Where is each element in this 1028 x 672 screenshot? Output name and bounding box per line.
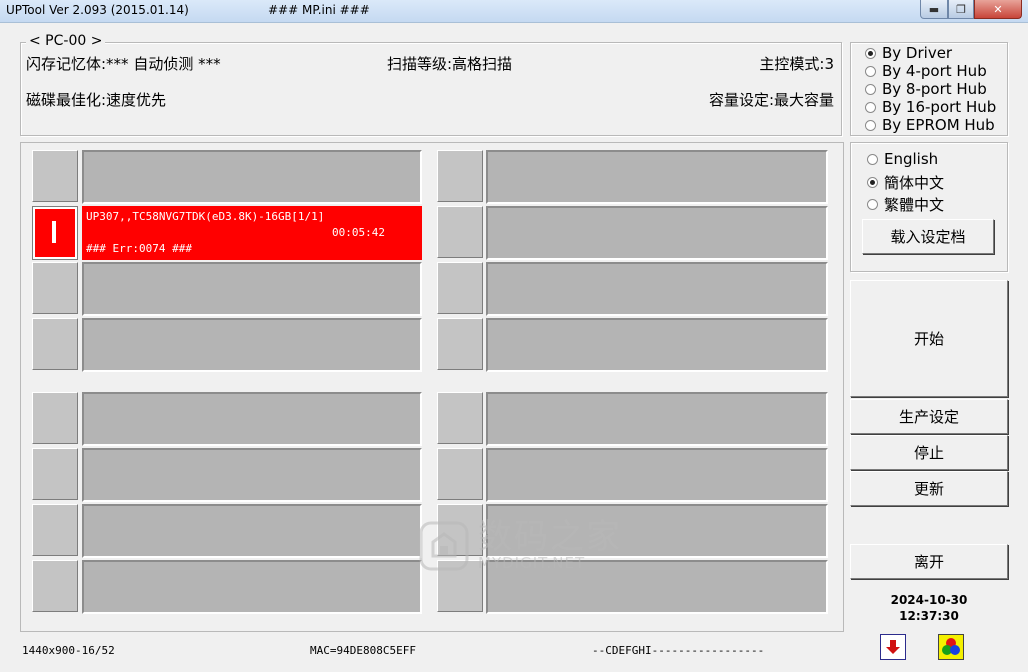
radio-by-16-port-hub[interactable]: By 16-port Hub	[865, 98, 996, 116]
radio-english[interactable]: English	[867, 150, 938, 168]
watermark-logo-icon	[419, 521, 469, 571]
drives-status: --CDEFGHI-----------------	[592, 644, 765, 657]
port-status-box	[32, 560, 78, 612]
port-status-box-active	[32, 206, 78, 260]
port-slot[interactable]	[82, 504, 422, 558]
watermark: 数码之家 MYDIGIT.NET	[418, 520, 622, 572]
flash-memory-label: 闪存记忆体:*** 自动侦测 ***	[26, 55, 221, 73]
radio-label: By 4-port Hub	[882, 62, 987, 80]
watermark-cn: 数码之家	[478, 517, 622, 557]
pc-legend: < PC-00 >	[26, 33, 106, 49]
minimize-button[interactable]: ▬	[920, 0, 948, 19]
port-slot[interactable]	[486, 150, 828, 204]
controller-mode-label: 主控模式:3	[759, 55, 834, 73]
radio-label: By Driver	[882, 44, 953, 62]
title-bar: UPTool Ver 2.093 (2015.01.14) ### MP.ini…	[0, 0, 1028, 23]
radio-label: By EPROM Hub	[882, 116, 995, 134]
port-status-box	[437, 262, 483, 314]
port-status-box	[32, 448, 78, 500]
production-settings-button[interactable]: 生产设定	[850, 399, 1008, 434]
date-label: 2024-10-30	[890, 593, 968, 607]
port-status-box	[437, 448, 483, 500]
radio-dot[interactable]	[865, 47, 876, 59]
color-circles-glyph	[942, 638, 960, 655]
load-settings-button[interactable]: 载入设定档	[862, 219, 994, 254]
port-active-indicator	[52, 221, 56, 243]
resolution-status: 1440x900-16/52	[22, 644, 115, 657]
start-button[interactable]: 开始	[850, 280, 1008, 397]
radio-dot[interactable]	[867, 199, 878, 210]
port-status-box	[437, 318, 483, 370]
port-status-box	[437, 392, 483, 444]
radio-simplified-chinese[interactable]: 簡体中文	[867, 172, 944, 193]
window-controls: ▬ ❐ ✕	[920, 0, 1022, 19]
radio-by-eprom-hub[interactable]: By EPROM Hub	[865, 116, 995, 134]
radio-dot[interactable]	[865, 83, 876, 95]
radio-by-8-port-hub[interactable]: By 8-port Hub	[865, 80, 987, 98]
port-slot[interactable]	[486, 262, 828, 316]
down-arrow-icon[interactable]	[880, 634, 906, 660]
maximize-button[interactable]: ❐	[948, 0, 974, 19]
radio-dot[interactable]	[865, 101, 876, 113]
close-button[interactable]: ✕	[974, 0, 1022, 19]
window-title: UPTool Ver 2.093 (2015.01.14)	[6, 3, 189, 17]
port-status-box	[32, 262, 78, 314]
port-slot[interactable]	[82, 448, 422, 502]
radio-dot[interactable]	[865, 119, 876, 131]
mac-status: MAC=94DE808C5EFF	[310, 644, 416, 657]
port-status-box	[437, 150, 483, 202]
port-slot[interactable]	[82, 150, 422, 204]
radio-dot[interactable]	[865, 65, 876, 77]
radio-label: By 16-port Hub	[882, 98, 997, 116]
port-slot-active[interactable]: UP307,,TC58NVG7TDK(eD3.8K)-16GB[1/1] 00:…	[82, 206, 422, 260]
radio-dot[interactable]	[867, 153, 878, 165]
port-slot[interactable]	[486, 448, 828, 502]
radio-label: 繁體中文	[884, 196, 945, 214]
port-slot[interactable]	[82, 392, 422, 446]
capacity-label: 容量设定:最大容量	[708, 91, 834, 109]
time-label: 12:37:30	[899, 609, 959, 623]
port-slot[interactable]	[82, 318, 422, 372]
exit-button[interactable]: 离开	[850, 544, 1008, 579]
stop-button[interactable]: 停止	[850, 435, 1008, 470]
port-status-box	[32, 318, 78, 370]
radio-label: English	[884, 150, 939, 168]
elapsed-time: 00:05:42	[332, 226, 385, 239]
color-circles-icon[interactable]	[938, 634, 964, 660]
port-status-box	[32, 392, 78, 444]
down-arrow-glyph	[886, 640, 900, 654]
port-slot[interactable]	[486, 206, 828, 260]
port-slot[interactable]	[82, 560, 422, 614]
radio-by-driver[interactable]: By Driver	[865, 44, 952, 62]
radio-label: By 8-port Hub	[882, 80, 987, 98]
device-info-line: UP307,,TC58NVG7TDK(eD3.8K)-16GB[1/1]	[86, 210, 325, 223]
disk-optimize-label: 磁碟最佳化:速度优先	[26, 91, 167, 109]
port-slot[interactable]	[486, 318, 828, 372]
radio-traditional-chinese[interactable]: 繁體中文	[867, 194, 944, 215]
radio-by-4-port-hub[interactable]: By 4-port Hub	[865, 62, 987, 80]
port-status-box	[32, 150, 78, 202]
refresh-button[interactable]: 更新	[850, 471, 1008, 506]
port-status-box	[32, 504, 78, 556]
port-status-box	[437, 206, 483, 258]
error-code: ### Err:0074 ###	[86, 242, 192, 255]
radio-dot[interactable]	[867, 177, 878, 188]
port-slot[interactable]	[486, 392, 828, 446]
ini-file-label: ### MP.ini ###	[268, 3, 370, 17]
scan-level-label: 扫描等级:高格扫描	[387, 55, 513, 73]
port-slot[interactable]	[82, 262, 422, 316]
radio-label: 簡体中文	[884, 174, 945, 192]
